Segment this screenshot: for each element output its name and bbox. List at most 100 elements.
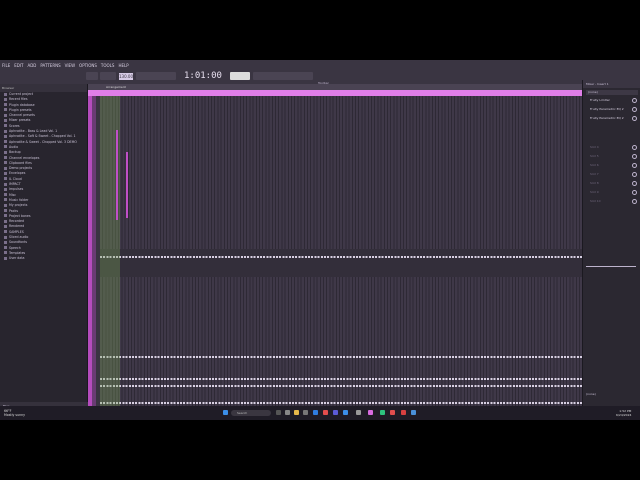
folder-icon [4, 219, 7, 223]
browser-item-label: Project bones [9, 213, 31, 218]
mixer-slot[interactable]: Fruity Parametric EQ 2 [586, 107, 636, 112]
pattern-stripe[interactable] [100, 402, 582, 404]
slot-mix-knob[interactable] [632, 107, 637, 112]
slot-mix-knob[interactable] [632, 145, 637, 150]
menu-item-file[interactable]: FILE [0, 63, 12, 68]
chrome-icon[interactable] [401, 410, 406, 415]
transport-buttons[interactable] [100, 72, 116, 80]
pattern-stripe[interactable] [100, 378, 582, 380]
slot-mix-knob[interactable] [632, 116, 637, 121]
browser-item-label: Channel presets [9, 113, 35, 118]
browser-item-label: Rendered [9, 224, 25, 229]
mixer-slot[interactable]: Slot 6 [586, 163, 636, 168]
browser-item-label: Music folder [9, 197, 29, 202]
slot-mix-knob[interactable] [632, 190, 637, 195]
toolbar: 130.000 1:01:00 Toolbar Consider working… [0, 70, 640, 93]
browser-header[interactable]: Browser [0, 84, 87, 92]
settings-icon[interactable] [356, 410, 361, 415]
mixer-slot[interactable]: Slot 10 [586, 199, 636, 204]
discord-icon[interactable] [333, 410, 338, 415]
menu-item-options[interactable]: OPTIONS [77, 63, 99, 68]
slot-mix-knob[interactable] [632, 172, 637, 177]
mixer-slot[interactable]: Slot 8 [586, 181, 636, 186]
slot-mix-knob[interactable] [632, 98, 637, 103]
widgets-icon[interactable] [285, 410, 290, 415]
folder-icon [4, 256, 7, 260]
snap-tools[interactable] [253, 72, 313, 80]
mail-icon[interactable] [343, 410, 348, 415]
browser-item-label: Speech [9, 245, 21, 250]
browser-item-label: Plugin database [9, 102, 35, 107]
menu-item-add[interactable]: ADD [25, 63, 38, 68]
browser-item-label: Envelopes [9, 171, 26, 176]
automation-clip[interactable] [126, 152, 128, 218]
fl-studio-icon[interactable] [368, 410, 373, 415]
browser-item-label: Soundfonts [9, 240, 28, 245]
mixer-slot[interactable]: Slot 9 [586, 190, 636, 195]
pattern-stripe[interactable] [100, 385, 582, 387]
browser-item-label: SAMPLES [9, 229, 24, 234]
weather-widget[interactable]: 66°F Mostly sunny [4, 409, 25, 417]
file-explorer-icon[interactable] [294, 410, 299, 415]
browser-item-label: My projects [9, 203, 28, 208]
pattern-stripe[interactable] [100, 256, 582, 258]
mixer-slot[interactable]: Slot 5 [586, 154, 636, 159]
mixer-footer[interactable]: (none) [586, 392, 636, 397]
folder-icon [4, 92, 7, 96]
folder-icon [4, 240, 7, 244]
playlist-panel[interactable]: Arrangement [88, 84, 600, 410]
slot-mix-knob[interactable] [632, 163, 637, 168]
menu-bar: FILE EDIT ADD PATTERNS VIEW OPTIONS TOOLS HELP [0, 60, 640, 70]
app-icon[interactable] [411, 410, 416, 415]
menu-item-edit[interactable]: EDIT [12, 63, 25, 68]
mixer-slot[interactable]: Slot 4 [586, 145, 636, 150]
app-icon[interactable] [380, 410, 385, 415]
folder-icon [4, 150, 7, 154]
browser-item-label: Impulses [9, 187, 24, 192]
menu-item-patterns[interactable]: PATTERNS [38, 63, 62, 68]
slot-mix-knob[interactable] [632, 199, 637, 204]
folder-icon [4, 140, 7, 144]
browser-item-label: User data [9, 256, 25, 261]
menu-item-view[interactable]: VIEW [63, 63, 77, 68]
browser-item-label: Current project [9, 92, 34, 96]
browser-item-label: Misc [9, 192, 17, 197]
tool-buttons[interactable] [136, 72, 176, 80]
folder-icon [4, 129, 7, 133]
browser-list: Current project Recent files Plugin databa… [0, 92, 87, 262]
browser-item[interactable]: User data [0, 256, 87, 261]
tempo-display[interactable]: 130.000 [119, 73, 136, 80]
fl-studio-window: FILE EDIT ADD PATTERNS VIEW OPTIONS TOOLS HELP … [0, 60, 640, 420]
mixer-slot[interactable]: Fruity Parametric EQ 2 [586, 116, 636, 121]
song-position: 1:01:00 [184, 71, 222, 81]
menu-item-help[interactable]: HELP [116, 63, 130, 68]
browser-item-label: Plugin presets [9, 107, 32, 112]
folder-icon [4, 97, 7, 101]
clock[interactable]: 1:52 PM 6/24/2024 [616, 409, 631, 417]
task-view-icon[interactable] [276, 410, 281, 415]
folder-icon [4, 193, 7, 197]
slot-mix-knob[interactable] [632, 181, 637, 186]
folder-icon [4, 230, 7, 234]
mixer-fader[interactable] [586, 266, 636, 267]
start-icon[interactable] [223, 410, 228, 415]
pattern-stripe[interactable] [100, 356, 582, 358]
terminal-icon[interactable] [303, 410, 308, 415]
store-icon[interactable] [313, 410, 318, 415]
slot-mix-knob[interactable] [632, 154, 637, 159]
master-volume-slider[interactable] [230, 72, 250, 80]
pattern-selector[interactable] [86, 72, 98, 80]
mixer-slot[interactable]: Slot 7 [586, 172, 636, 177]
mixer-slot[interactable]: Fruity Limiter [586, 98, 636, 103]
menu-item-tools[interactable]: TOOLS [99, 63, 117, 68]
browser-icon[interactable] [323, 410, 328, 415]
preset-selector[interactable]: (none) [586, 90, 638, 95]
folder-icon [4, 113, 7, 117]
taskbar-search[interactable]: Search [231, 410, 271, 416]
automation-clip[interactable] [116, 130, 118, 220]
folder-icon [4, 177, 7, 181]
app-icon[interactable] [390, 410, 395, 415]
track-header-strip [92, 96, 96, 410]
folder-icon [4, 209, 7, 213]
browser-item-label: IMPACT [9, 182, 21, 187]
